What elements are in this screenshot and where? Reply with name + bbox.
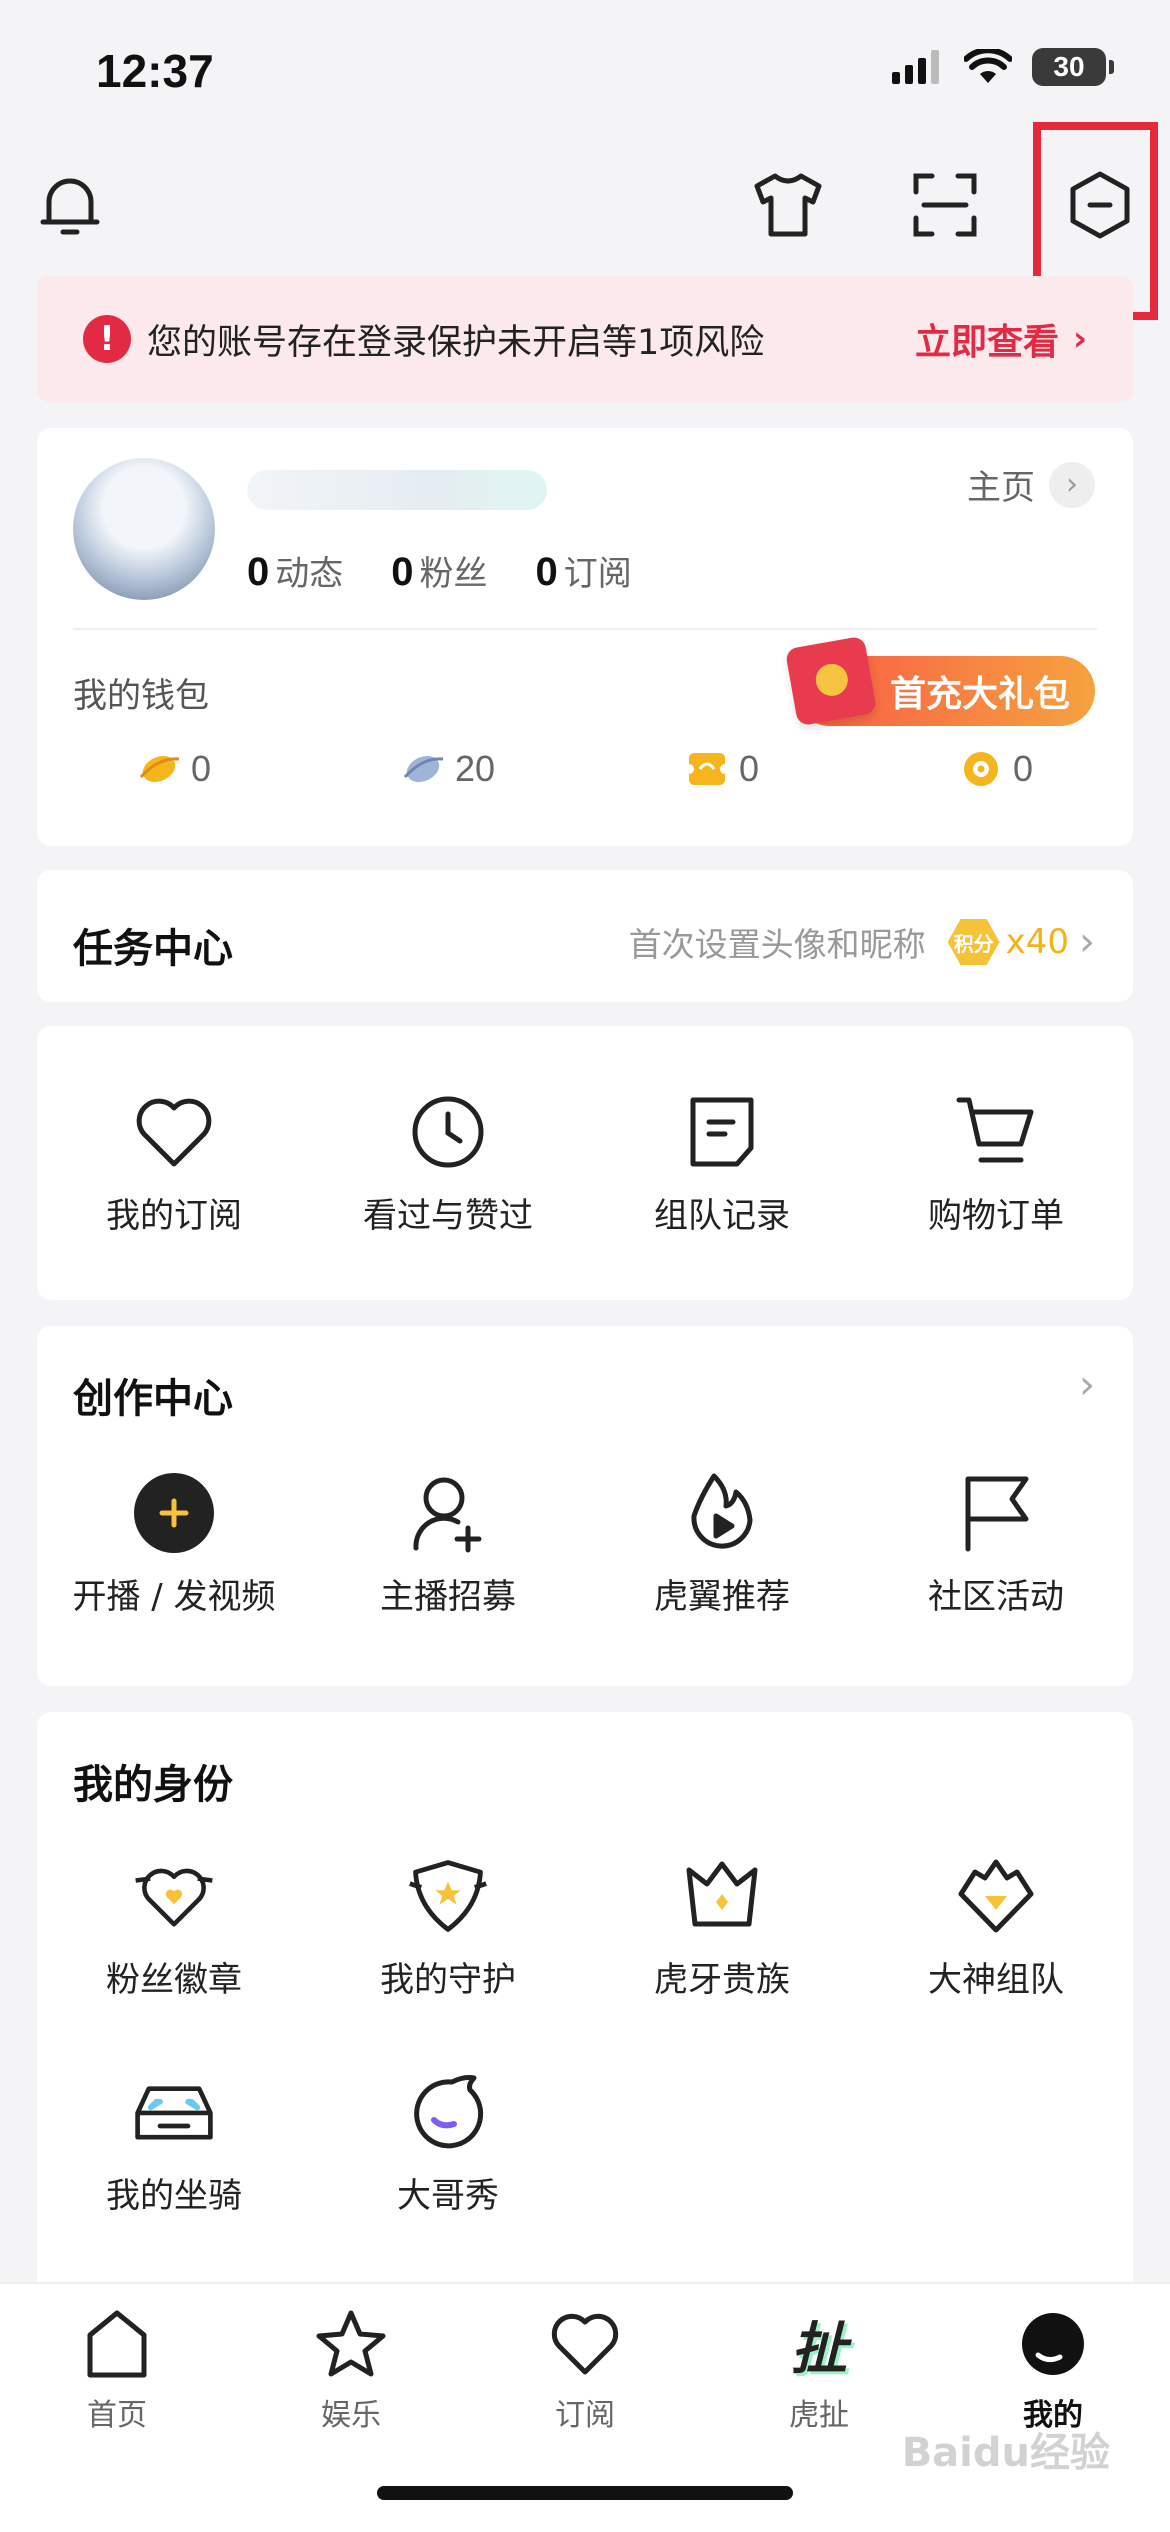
wallet-label: 我的钱包 <box>73 676 209 716</box>
security-alert-bar[interactable]: ! 您的账号存在登录保护未开启等1项风险 立即查看 › <box>37 276 1133 402</box>
stat-subscriptions[interactable]: 0 订阅 <box>536 546 632 595</box>
signal-icon <box>892 50 939 84</box>
chevron-right-icon[interactable]: › <box>1079 1362 1095 1408</box>
stat-posts[interactable]: 0 动态 <box>247 546 343 595</box>
identity-fan-badge[interactable]: 粉丝徽章 <box>37 1854 311 2001</box>
gold-bean-icon <box>139 755 180 783</box>
status-icons: 30 <box>892 48 1114 86</box>
cart-icon <box>956 1097 1034 1163</box>
shortcuts-card: 我的订阅 看过与赞过 组队记录 购物订单 <box>37 1026 1133 1300</box>
chevron-right-icon: › <box>1072 319 1087 359</box>
shortcut-shopping-orders[interactable]: 购物订单 <box>859 1090 1133 1237</box>
note-icon <box>690 1097 754 1167</box>
tab-me[interactable]: 我的 <box>936 2306 1170 2434</box>
identity-master-team[interactable]: 大神组队 <box>859 1854 1133 2001</box>
alert-view-link[interactable]: 立即查看 <box>915 313 1059 365</box>
divider <box>73 628 1097 630</box>
alert-icon: ! <box>83 315 131 363</box>
wallet-gold-bean[interactable]: 0 <box>37 748 311 790</box>
plus-circle-icon <box>134 1473 214 1553</box>
scan-icon[interactable] <box>905 165 985 245</box>
battery-indicator: 30 <box>1032 48 1106 86</box>
wifi-icon <box>964 49 1012 83</box>
avatar[interactable] <box>73 458 215 600</box>
creator-center-card: 创作中心 › 开播 / 发视频 主播招募 虎翼推荐 社区活动 <box>37 1326 1133 1686</box>
alert-text: 您的账号存在登录保护未开启等1项风险 <box>147 322 765 363</box>
points-badge-icon: 积分 <box>947 919 1000 965</box>
crown-icon <box>686 1861 758 1927</box>
red-envelope-icon <box>784 635 878 727</box>
bubble-icon <box>414 2075 484 2149</box>
tab-home[interactable]: 首页 <box>0 2306 234 2434</box>
fan-badge-icon <box>135 1868 213 1927</box>
wallet-silver-bean[interactable]: 20 <box>311 748 585 790</box>
identity-grid-row1: 粉丝徽章 我的守护 虎牙贵族 大神组队 <box>37 1854 1133 2001</box>
me-icon <box>1022 2313 1084 2375</box>
identity-card: 我的身份 粉丝徽章 我的守护 虎牙贵族 大神组队 我的坐骑 大哥秀 <box>37 1712 1133 2312</box>
wallet-balances: 0 20 0 0 <box>37 748 1133 790</box>
shortcut-my-subscriptions[interactable]: 我的订阅 <box>37 1090 311 1237</box>
star-icon <box>316 2310 386 2377</box>
heart-icon <box>136 1098 212 1167</box>
notification-bell-icon[interactable] <box>30 165 110 245</box>
wallet-coin[interactable]: 0 <box>859 748 1133 790</box>
username-blurred <box>247 470 547 510</box>
identity-my-guard[interactable]: 我的守护 <box>311 1854 585 2001</box>
add-user-icon <box>413 1477 482 1553</box>
task-center-title: 任务中心 <box>73 926 233 972</box>
flag-icon <box>965 1476 1029 1552</box>
ticket-icon <box>684 753 729 785</box>
profile-card: 0 动态 0 粉丝 0 订阅 主页 › 我的钱包 首充大礼包 0 20 0 0 <box>37 428 1133 846</box>
identity-huya-noble[interactable]: 虎牙贵族 <box>585 1854 859 2001</box>
tab-subscriptions[interactable]: 订阅 <box>468 2306 702 2434</box>
shortcut-team-records[interactable]: 组队记录 <box>585 1090 859 1237</box>
tab-entertainment[interactable]: 娱乐 <box>234 2306 468 2434</box>
profile-stats: 0 动态 0 粉丝 0 订阅 <box>247 546 632 595</box>
creator-start-live[interactable]: 开播 / 发视频 <box>37 1471 311 1618</box>
silver-bean-icon <box>403 755 444 783</box>
chevron-right-icon: › <box>1079 919 1095 965</box>
battery-tip <box>1109 60 1114 74</box>
heart-icon <box>551 2313 619 2375</box>
task-description: 首次设置头像和昵称 <box>628 925 926 964</box>
creator-streamer-recruit[interactable]: 主播招募 <box>311 1471 585 1618</box>
creator-huyi-recommend[interactable]: 虎翼推荐 <box>585 1471 859 1618</box>
identity-big-brother-show[interactable]: 大哥秀 <box>311 2070 585 2217</box>
creator-grid: 开播 / 发视频 主播招募 虎翼推荐 社区活动 <box>37 1471 1133 1618</box>
shortcuts-grid: 我的订阅 看过与赞过 组队记录 购物订单 <box>37 1090 1133 1237</box>
watermark: Baidu经验 <box>901 2430 1110 2476</box>
shortcut-history-likes[interactable]: 看过与赞过 <box>311 1090 585 1237</box>
points-reward: 积分 x40 <box>947 919 1069 965</box>
identity-grid-row2: 我的坐骑 大哥秀 <box>37 2070 1133 2217</box>
clock-icon <box>412 1096 484 1168</box>
creator-community-events[interactable]: 社区活动 <box>859 1471 1133 1618</box>
stat-fans[interactable]: 0 粉丝 <box>391 546 487 595</box>
creator-center-title: 创作中心 <box>73 1376 233 1422</box>
guard-icon <box>409 1860 487 1932</box>
identity-title: 我的身份 <box>73 1762 233 1808</box>
car-icon <box>135 2086 213 2140</box>
home-icon <box>87 2310 147 2378</box>
skin-shirt-icon[interactable] <box>748 165 828 245</box>
task-hint[interactable]: 首次设置头像和昵称 积分 x40 › <box>629 918 1095 966</box>
diamond-crown-icon <box>958 1859 1034 1933</box>
homepage-link[interactable]: 主页 › <box>967 460 1095 509</box>
task-center-card[interactable]: 任务中心 首次设置头像和昵称 积分 x40 › <box>37 870 1133 1002</box>
flame-play-icon <box>691 1473 753 1549</box>
huche-icon: 扯 <box>791 2316 847 2382</box>
wallet-ticket[interactable]: 0 <box>585 748 859 790</box>
status-time: 12:37 <box>96 45 214 97</box>
identity-my-mount[interactable]: 我的坐骑 <box>37 2070 311 2217</box>
chevron-right-icon: › <box>1049 461 1095 508</box>
home-indicator[interactable] <box>377 2486 793 2500</box>
tab-huche[interactable]: 扯 虎扯 <box>702 2306 936 2434</box>
coin-icon <box>963 752 998 786</box>
